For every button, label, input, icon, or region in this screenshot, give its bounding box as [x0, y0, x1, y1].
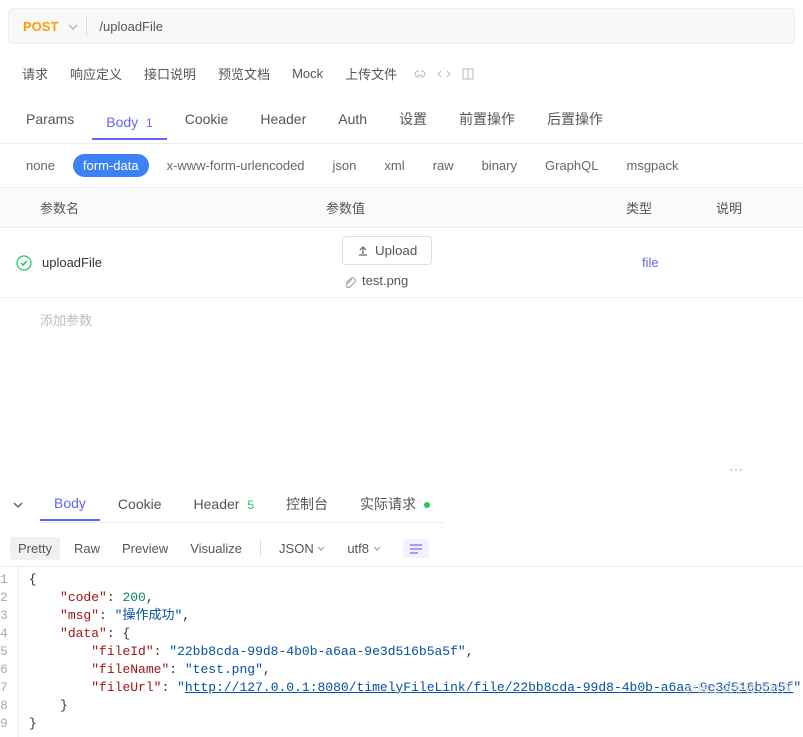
more-icon[interactable]: ⋯ — [0, 461, 803, 478]
table-row: uploadFile Upload test.png file — [0, 227, 803, 297]
request-tabs: Params Body 1 Cookie Header Auth 设置 前置操作… — [0, 95, 803, 144]
tab-cookie[interactable]: Cookie — [171, 103, 243, 135]
resp-header-label: Header — [194, 496, 240, 512]
url-input[interactable]: /uploadFile — [87, 19, 794, 34]
tab-post-ops[interactable]: 后置操作 — [533, 101, 617, 137]
divider — [260, 540, 261, 556]
tab-request[interactable]: 请求 — [12, 60, 58, 87]
tab-upload-file[interactable]: 上传文件 — [335, 60, 407, 87]
tab-mock[interactable]: Mock — [282, 62, 333, 85]
format-bar: Pretty Raw Preview Visualize JSON utf8 — [0, 531, 803, 567]
col-value: 参数值 — [326, 198, 626, 217]
format-wrap-icon[interactable] — [403, 539, 429, 558]
code-text: "fileUrl" — [91, 680, 161, 695]
col-desc: 说明 — [716, 198, 787, 217]
file-name-text: test.png — [362, 273, 408, 288]
param-type[interactable]: file — [642, 255, 732, 270]
code-icon[interactable] — [437, 66, 451, 82]
format-raw[interactable]: Raw — [66, 537, 108, 560]
chevron-down-icon[interactable] — [68, 19, 78, 34]
code-text: "data" — [60, 626, 107, 641]
body-type-msgpack[interactable]: msgpack — [616, 154, 688, 177]
resp-tab-actual[interactable]: 实际请求 — [346, 486, 444, 522]
window-icon[interactable] — [461, 66, 475, 82]
upload-button[interactable]: Upload — [342, 236, 432, 265]
resp-tab-header[interactable]: Header 5 — [180, 488, 269, 520]
body-type-binary[interactable]: binary — [472, 154, 527, 177]
response-section-header: Body Cookie Header 5 控制台 实际请求 — [0, 478, 803, 531]
table-header: 参数名 参数值 类型 说明 — [0, 188, 803, 227]
code-text: } — [29, 698, 68, 713]
tab-api-desc[interactable]: 接口说明 — [134, 60, 206, 87]
chevron-down-icon — [373, 545, 381, 553]
body-type-none[interactable]: none — [16, 154, 65, 177]
body-type-xml[interactable]: xml — [374, 154, 414, 177]
url-bar: POST /uploadFile — [8, 8, 795, 44]
resp-tab-cookie[interactable]: Cookie — [104, 488, 176, 520]
format-visualize[interactable]: Visualize — [182, 537, 250, 560]
uploaded-file[interactable]: test.png — [342, 273, 642, 289]
param-value-cell: Upload test.png — [342, 236, 642, 289]
chevron-down-icon — [317, 545, 325, 553]
body-count-badge: 1 — [146, 116, 153, 130]
col-type: 类型 — [626, 198, 716, 217]
code-text: "fileId" — [91, 644, 153, 659]
code-text: "操作成功" — [115, 608, 183, 623]
code-text: 200 — [122, 590, 145, 605]
format-encoding-select[interactable]: utf8 — [339, 537, 388, 560]
code-text: "code" — [60, 590, 107, 605]
body-type-graphql[interactable]: GraphQL — [535, 154, 608, 177]
response-tabs: Body Cookie Header 5 控制台 实际请求 — [40, 486, 444, 523]
code-text: "22bb8cda-99d8-4b0b-a6aa-9e3d516b5a5f" — [169, 644, 465, 659]
watermark: @稀土掘金技术社区 — [685, 680, 793, 697]
code-text: "test.png" — [185, 662, 263, 677]
tab-preview-doc[interactable]: 预览文档 — [208, 60, 280, 87]
upload-icon — [357, 245, 369, 257]
chevron-down-icon[interactable] — [12, 497, 24, 512]
tab-settings[interactable]: 设置 — [385, 101, 441, 137]
code-text: "msg" — [60, 608, 99, 623]
code-text: } — [29, 716, 37, 731]
format-pretty[interactable]: Pretty — [10, 537, 60, 560]
body-type-form-data[interactable]: form-data — [73, 154, 149, 177]
body-type-raw[interactable]: raw — [423, 154, 464, 177]
encoding-label: utf8 — [347, 541, 369, 556]
format-json-select[interactable]: JSON — [271, 537, 333, 560]
http-method[interactable]: POST — [9, 19, 68, 34]
status-dot — [424, 502, 430, 508]
format-preview[interactable]: Preview — [114, 537, 176, 560]
tab-body[interactable]: Body 1 — [92, 106, 167, 140]
header-count-badge: 5 — [247, 498, 254, 512]
json-label: JSON — [279, 541, 314, 556]
tab-pre-ops[interactable]: 前置操作 — [445, 101, 529, 137]
attachment-icon — [342, 273, 356, 289]
body-type-json[interactable]: json — [323, 154, 367, 177]
link-icon[interactable] — [413, 66, 427, 82]
top-tabs: 请求 响应定义 接口说明 预览文档 Mock 上传文件 — [0, 52, 803, 95]
param-name[interactable]: uploadFile — [42, 255, 342, 270]
upload-label: Upload — [375, 243, 417, 258]
resp-tab-console[interactable]: 控制台 — [272, 486, 342, 522]
tab-response-def[interactable]: 响应定义 — [60, 60, 132, 87]
add-param-button[interactable]: 添加参数 — [0, 297, 803, 341]
resp-tab-body[interactable]: Body — [40, 487, 100, 521]
check-circle-icon[interactable] — [16, 254, 32, 271]
tab-body-label: Body — [106, 114, 138, 130]
tab-params[interactable]: Params — [12, 103, 88, 135]
params-table: 参数名 参数值 类型 说明 uploadFile Upload test.png… — [0, 187, 803, 341]
code-content[interactable]: { "code": 200, "msg": "操作成功", "data": { … — [19, 567, 803, 737]
code-text: "fileName" — [91, 662, 169, 677]
col-name: 参数名 — [16, 198, 326, 217]
resp-actual-label: 实际请求 — [360, 496, 416, 512]
line-gutter: 123456789 — [0, 567, 19, 737]
tab-header[interactable]: Header — [246, 103, 320, 135]
response-body-code: 123456789 { "code": 200, "msg": "操作成功", … — [0, 567, 803, 737]
tab-auth[interactable]: Auth — [324, 103, 381, 135]
code-text: { — [29, 572, 37, 587]
body-type-urlencoded[interactable]: x-www-form-urlencoded — [157, 154, 315, 177]
body-type-row: none form-data x-www-form-urlencoded jso… — [0, 144, 803, 187]
